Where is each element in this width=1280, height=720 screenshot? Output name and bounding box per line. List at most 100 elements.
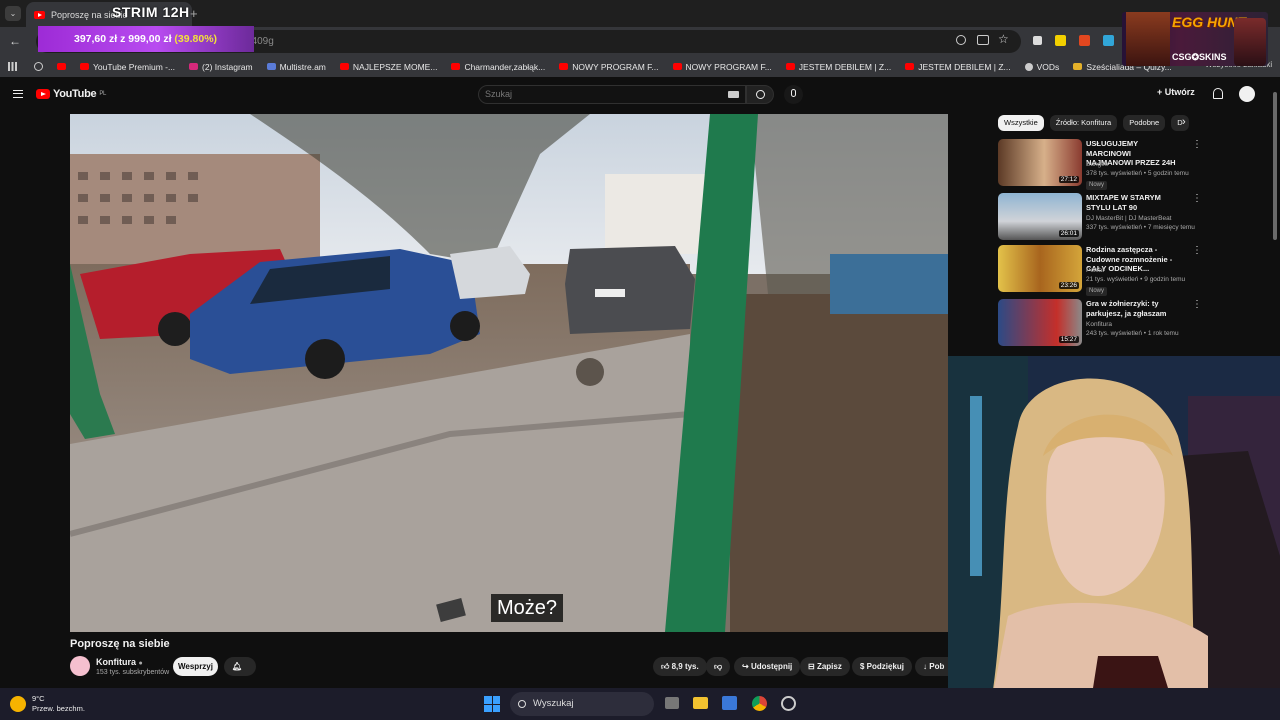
thumbs-down-icon: 👎︎	[714, 662, 723, 671]
video-subtitle: Może?	[491, 594, 564, 622]
bookmark-item[interactable]: NOWY PROGRAM F...	[672, 62, 772, 72]
extension-icon[interactable]	[1079, 35, 1090, 46]
apps-grid-icon[interactable]	[8, 62, 17, 71]
new-tab-button[interactable]: +	[190, 6, 198, 21]
thanks-button[interactable]: $ Podziękuj	[852, 657, 913, 676]
notifications-bell-icon[interactable]	[1213, 88, 1223, 99]
windows-start-icon[interactable]	[484, 696, 500, 712]
search-input[interactable]: Szukaj	[478, 85, 746, 104]
scrollbar[interactable]	[1273, 92, 1277, 240]
voice-search-button[interactable]	[784, 85, 803, 104]
tab-list-button[interactable]: ⌄	[5, 6, 21, 21]
bookmark-item[interactable]	[34, 62, 43, 71]
task-view-icon[interactable]	[665, 697, 679, 709]
temperature: 9°C	[32, 694, 45, 703]
recommendation-channel: Polsat	[1086, 267, 1105, 274]
avatar[interactable]	[1239, 86, 1255, 102]
chevron-right-icon[interactable]: ›	[1182, 116, 1186, 128]
weather-widget[interactable]: 9°C Przew. bezchm.	[10, 694, 85, 713]
youtube-icon	[451, 63, 461, 70]
download-button[interactable]: ↓ Pob	[915, 657, 953, 676]
dislike-button[interactable]: 👎︎	[706, 657, 731, 676]
share-button[interactable]: ↪ Udostępnij	[734, 657, 801, 676]
youtube-icon	[80, 63, 89, 70]
duration-badge: 23:26	[1058, 282, 1079, 289]
search-icon	[756, 90, 765, 99]
save-icon: ⊟	[808, 662, 817, 671]
chip-similar[interactable]: Podobne	[1123, 115, 1166, 131]
back-arrow-icon[interactable]: ←	[9, 34, 21, 48]
bookmark-item[interactable]: NAJLEPSZE MOME...	[339, 62, 437, 72]
bookmark-item[interactable]: (2) Instagram	[189, 62, 253, 72]
bookmark-label: VODs	[1036, 61, 1060, 72]
microphone-icon	[791, 89, 796, 97]
create-button[interactable]: + Utwórz	[1157, 87, 1195, 97]
youtube-favicon-icon	[34, 10, 45, 19]
support-button[interactable]: Wesprzyj	[173, 657, 218, 676]
file-explorer-icon[interactable]	[693, 697, 708, 709]
cast-icon[interactable]	[977, 35, 989, 45]
recommendation-item[interactable]: 27:12 USŁUGUJEMY MARCINOWI NAJMANOWI PRZ…	[998, 139, 1270, 190]
chip-more[interactable]: D	[1171, 115, 1189, 131]
bookmark-label: JESTEM DEBILEM | Z...	[798, 61, 892, 72]
recommendation-item[interactable]: 23:26 Rodzina zastępcza - Cudowne rozmno…	[998, 245, 1270, 296]
bookmark-item[interactable]: Charmander,zabłąk...	[451, 62, 545, 72]
video-thumbnail: 15:27	[998, 299, 1082, 346]
subscriber-count: 153 tys. subskrybentów	[96, 669, 170, 676]
weather-sun-icon	[10, 695, 26, 712]
keyboard-icon[interactable]	[728, 91, 739, 98]
recommendation-meta: 21 tys. wyświetleń • 9 godzin temu	[1086, 276, 1186, 283]
globe-icon	[1024, 62, 1033, 71]
youtube-logo-icon	[36, 89, 50, 99]
save-label: Zapisz	[816, 662, 842, 671]
save-button[interactable]: ⊟ Zapisz	[800, 657, 850, 676]
recommendation-item[interactable]: 26:01 MIXTAPE W STARYM STYLU LAT 90 DJ M…	[998, 193, 1270, 243]
menu-icon[interactable]	[13, 90, 23, 98]
create-label: Utwórz	[1164, 87, 1195, 97]
streamer-webcam	[948, 356, 1280, 720]
recommendation-channel: Bungee	[1086, 161, 1109, 168]
chip-source[interactable]: Źródło: Konfitura	[1049, 115, 1118, 131]
extension-icon[interactable]	[1033, 36, 1042, 45]
bookmark-label: (2) Instagram	[202, 61, 253, 72]
instagram-icon	[189, 63, 199, 70]
store-icon[interactable]	[722, 696, 737, 710]
bookmark-label: Multistre.am	[279, 61, 326, 72]
share-icon: ↪	[742, 662, 751, 671]
like-button[interactable]: 👍︎ 8,9 tys.	[653, 657, 707, 676]
channel-name[interactable]: Konfitura ●	[96, 657, 143, 667]
youtube-logo[interactable]: YouTube PL	[36, 88, 106, 100]
more-options-icon[interactable]: ⋮	[1192, 193, 1202, 204]
recommendation-item[interactable]: 15:27 Gra w żołnierzyki: ty parkujesz, j…	[998, 299, 1270, 349]
bookmark-item[interactable]: NOWY PROGRAM F...	[559, 62, 659, 72]
weather-status: Przew. bezchm.	[32, 703, 85, 713]
taskbar-search-input[interactable]: Wyszukaj	[510, 692, 654, 716]
extension-icon[interactable]	[1103, 35, 1114, 46]
extension-icon[interactable]	[1055, 35, 1066, 46]
sponsor-banner: EGG HUNT CSG✪SKINS	[1122, 12, 1268, 66]
bookmark-label: JESTEM DEBILEM | Z...	[918, 61, 1011, 72]
bookmarks-bar: YouTube Premium -... (2) Instagram Multi…	[0, 56, 1280, 77]
more-options-icon[interactable]: ⋮	[1192, 245, 1202, 256]
bookmark-item[interactable]: JESTEM DEBILEM | Z...	[785, 61, 892, 72]
bell-icon: 🔔︎	[232, 662, 243, 671]
channel-avatar[interactable]	[70, 656, 90, 676]
more-options-icon[interactable]: ⋮	[1192, 299, 1202, 310]
bookmark-item[interactable]: VODs	[1024, 61, 1060, 72]
search-button[interactable]	[746, 85, 774, 104]
zoom-icon[interactable]	[956, 35, 966, 45]
notifications-button[interactable]: 🔔︎	[224, 657, 256, 676]
chip-all[interactable]: Wszystkie	[998, 115, 1044, 131]
chrome-icon[interactable]	[752, 696, 767, 711]
video-player[interactable]	[70, 114, 948, 632]
bookmark-star-icon[interactable]: ☆	[998, 32, 1009, 46]
bookmark-item[interactable]: YouTube Premium -...	[80, 62, 175, 72]
more-options-icon[interactable]: ⋮	[1192, 139, 1202, 150]
duration-badge: 26:01	[1058, 230, 1079, 237]
app-icon[interactable]	[781, 696, 796, 711]
thanks-label: Podziękuj	[866, 662, 905, 671]
bookmark-item[interactable]: JESTEM DEBILEM | Z...	[905, 61, 1011, 72]
bookmark-item[interactable]: Multistre.am	[266, 61, 326, 72]
bookmark-label: Charmander,zabłąk...	[464, 61, 546, 72]
youtube-icon[interactable]	[57, 63, 66, 70]
